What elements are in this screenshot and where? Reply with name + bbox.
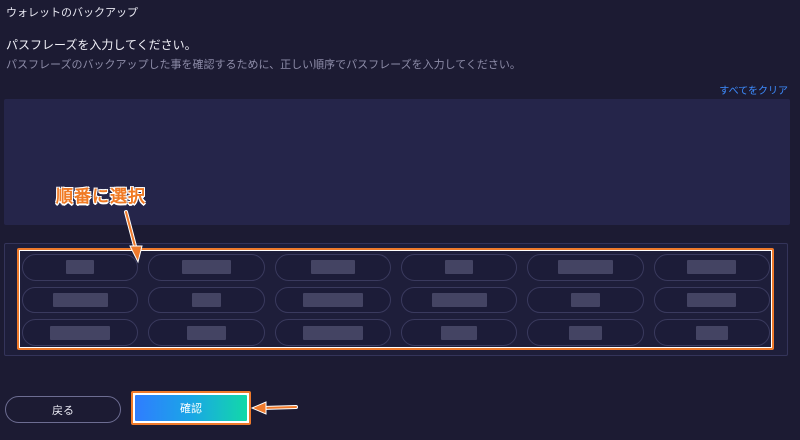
sub-instruction-text: パスフレーズのバックアップした事を確認するために、正しい順序でパスフレーズを入力…: [6, 58, 521, 71]
hidden-word-placeholder: [695, 325, 728, 340]
confirm-button-highlight: 確認: [131, 391, 251, 425]
hidden-word-placeholder: [687, 260, 737, 275]
word-chip[interactable]: [527, 319, 644, 346]
hidden-word-placeholder: [558, 260, 613, 275]
hidden-word-placeholder: [65, 260, 95, 275]
word-chip[interactable]: [22, 319, 139, 346]
clear-all-link[interactable]: すべてをクリア: [719, 82, 788, 97]
hidden-word-placeholder: [303, 292, 363, 307]
hidden-word-placeholder: [192, 292, 221, 307]
word-chip[interactable]: [148, 286, 265, 314]
hidden-word-placeholder: [440, 325, 478, 340]
word-chip[interactable]: [274, 254, 391, 281]
word-chip[interactable]: [22, 286, 139, 314]
callout-label: 順番に選択: [56, 187, 146, 207]
page-title: ウォレットのバックアップ: [6, 6, 138, 19]
hidden-word-placeholder: [444, 260, 474, 275]
word-chip[interactable]: [401, 286, 518, 314]
word-chip[interactable]: [401, 319, 518, 346]
word-chip[interactable]: [22, 254, 139, 281]
instruction-text: パスフレーズを入力してください。: [6, 38, 197, 52]
hidden-word-placeholder: [50, 325, 110, 340]
confirm-arrow: [250, 401, 298, 415]
confirm-button[interactable]: 確認: [135, 395, 247, 421]
word-chip[interactable]: [148, 254, 265, 281]
word-chip[interactable]: [274, 319, 391, 346]
hidden-word-placeholder: [571, 292, 600, 307]
word-chip[interactable]: [401, 254, 518, 281]
hidden-word-placeholder: [311, 260, 355, 275]
back-button[interactable]: 戻る: [5, 396, 121, 423]
word-chip[interactable]: [527, 254, 644, 281]
word-chip[interactable]: [527, 286, 644, 314]
hidden-word-placeholder: [687, 292, 737, 307]
word-chip[interactable]: [653, 254, 770, 281]
word-chip[interactable]: [653, 319, 770, 346]
word-chip[interactable]: [148, 319, 265, 346]
hidden-word-placeholder: [568, 325, 603, 340]
word-chip[interactable]: [274, 286, 391, 314]
word-bank-grid: [22, 254, 770, 346]
hidden-word-placeholder: [303, 325, 363, 340]
hidden-word-placeholder: [431, 292, 487, 307]
word-chip[interactable]: [653, 286, 770, 314]
hidden-word-placeholder: [187, 325, 226, 340]
hidden-word-placeholder: [52, 292, 108, 307]
hidden-word-placeholder: [181, 260, 232, 275]
